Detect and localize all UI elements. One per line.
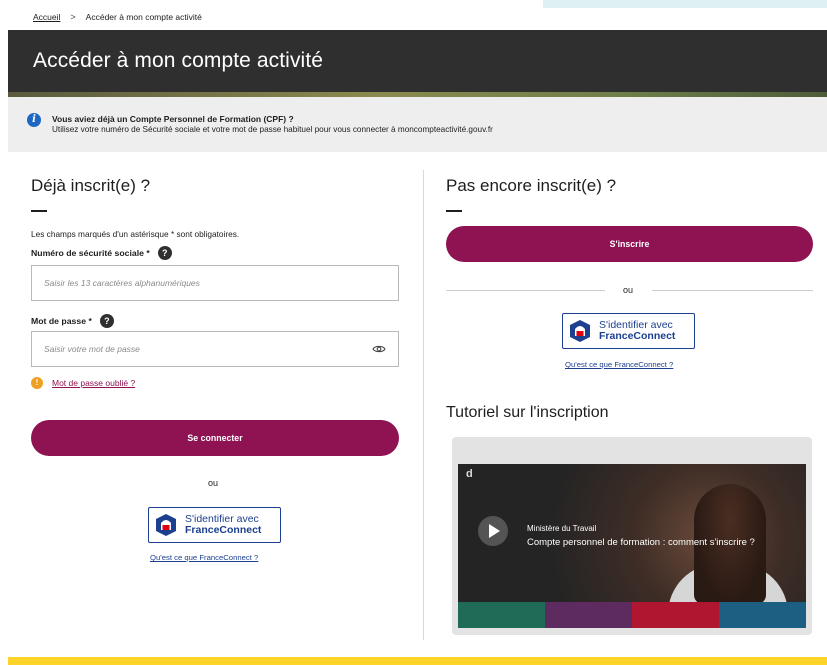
franceconnect-info-link[interactable]: Qu'est ce que FranceConnect ?: [565, 360, 673, 369]
eye-icon[interactable]: [372, 344, 386, 354]
video-tile: [632, 602, 719, 628]
breadcrumb: Accueil > Accéder à mon compte activité: [33, 12, 202, 22]
page-title: Accéder à mon compte activité: [33, 49, 324, 72]
or-separator: ou: [623, 285, 634, 295]
or-line-right: [652, 290, 813, 291]
signup-button[interactable]: S'inscrire: [446, 226, 813, 262]
tutorial-title: Tutoriel sur l'inscription: [446, 404, 609, 421]
video-brand-mark: d: [466, 468, 473, 480]
video-channel-name: Ministère du Travail: [527, 524, 597, 533]
video-title: Compte personnel de formation : comment …: [527, 537, 755, 548]
breadcrumb-home-link[interactable]: Accueil: [33, 12, 60, 22]
signup-title-rule: [446, 210, 462, 212]
franceconnect-line2: FranceConnect: [185, 524, 262, 536]
video-tile: [458, 602, 545, 628]
franceconnect-line2: FranceConnect: [599, 330, 676, 342]
help-icon[interactable]: ?: [157, 246, 172, 260]
video-website-header-preview: [458, 444, 806, 464]
video-tile: [545, 602, 632, 628]
play-icon[interactable]: [478, 516, 508, 546]
or-separator: ou: [208, 478, 219, 488]
cpf-info-banner: i Vous aviez déjà un Compte Personnel de…: [8, 97, 827, 152]
page-header: Accéder à mon compte activité: [8, 30, 827, 92]
breadcrumb-current: Accéder à mon compte activité: [85, 12, 202, 22]
franceconnect-logo-icon: [156, 514, 176, 536]
column-divider: [423, 170, 424, 640]
signup-title: Pas encore inscrit(e) ?: [446, 176, 617, 195]
or-line-left: [446, 290, 605, 291]
info-text: Utilisez votre numéro de Sécurité social…: [52, 125, 493, 134]
video-tile: [719, 602, 806, 628]
top-decoration-strip: [543, 0, 827, 8]
breadcrumb-separator: >: [70, 12, 76, 22]
footer-accent-bar: [8, 657, 827, 665]
info-icon: i: [27, 113, 41, 127]
video-tiles: [458, 602, 806, 628]
ssn-label: Numéro de sécurité sociale *: [31, 248, 150, 258]
tutorial-video-player[interactable]: d Ministère du Travail Compte personnel …: [452, 437, 812, 635]
required-fields-note: Les champs marqués d'un astérisque * son…: [31, 229, 240, 239]
password-label: Mot de passe *: [31, 316, 92, 326]
franceconnect-button[interactable]: S'identifier avec FranceConnect: [562, 313, 695, 349]
ssn-input[interactable]: [31, 265, 399, 301]
franceconnect-button[interactable]: S'identifier avec FranceConnect: [148, 507, 281, 543]
warning-icon: !: [31, 377, 43, 389]
password-input[interactable]: [31, 331, 399, 367]
info-title: Vous aviez déjà un Compte Personnel de F…: [52, 114, 294, 124]
login-title-rule: [31, 210, 47, 212]
franceconnect-info-link[interactable]: Qu'est ce que FranceConnect ?: [150, 553, 258, 562]
ssn-label-row: Numéro de sécurité sociale * ?: [31, 246, 172, 260]
password-label-row: Mot de passe * ?: [31, 314, 114, 328]
forgot-password-link[interactable]: Mot de passe oublié ?: [52, 378, 135, 388]
franceconnect-logo-icon: [570, 320, 590, 342]
login-title: Déjà inscrit(e) ?: [31, 176, 151, 195]
login-button[interactable]: Se connecter: [31, 420, 399, 456]
video-frame: d Ministère du Travail Compte personnel …: [458, 444, 806, 628]
help-icon[interactable]: ?: [99, 314, 114, 328]
